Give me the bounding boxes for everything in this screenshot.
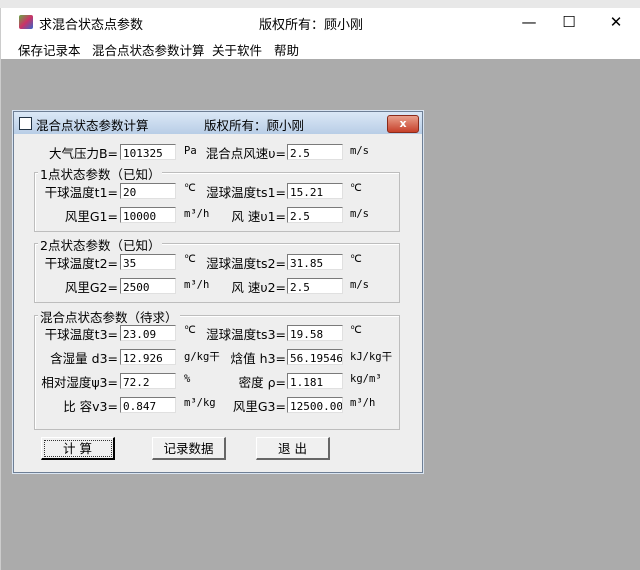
ts3-output[interactable]: 19.58 xyxy=(287,325,343,341)
mdi-area: 混合点状态参数计算 版权所有：顾小刚 x 大气压力B= 101325 Pa 混合… xyxy=(1,59,640,570)
t3-output[interactable]: 23.09 xyxy=(120,325,176,341)
v3-output[interactable]: 0.847 xyxy=(120,397,176,413)
dialog-title-bar: 混合点状态参数计算 版权所有：顾小刚 x xyxy=(14,112,422,134)
calculate-button[interactable]: 计 算 xyxy=(41,437,115,460)
v2-input[interactable]: 2.5 xyxy=(287,278,343,294)
rho3-unit: kg/m³ xyxy=(350,373,382,385)
menu-help[interactable]: 帮助 xyxy=(274,40,299,59)
h3-unit: kJ/kg干 xyxy=(350,351,393,363)
g2-input[interactable]: 2500 xyxy=(120,278,176,294)
background-bookmarks-bar xyxy=(0,0,640,8)
d3-unit: g/kg干 xyxy=(184,351,220,363)
phi3-unit: % xyxy=(184,373,191,385)
dialog-copyright: 版权所有：顾小刚 xyxy=(204,118,305,133)
mix-speed-label: 混合点风速υ= xyxy=(205,146,286,161)
h3-label: 焓值 h3= xyxy=(230,351,286,366)
g3-label: 风里G3= xyxy=(232,399,286,414)
t1-label: 干球温度t1= xyxy=(44,185,118,200)
app-copyright: 版权所有：顾小刚 xyxy=(259,18,364,33)
maximize-button[interactable]: ☐ xyxy=(546,8,592,36)
t3-unit: ℃ xyxy=(184,324,196,336)
ts1-label: 湿球温度ts1= xyxy=(206,185,286,200)
ts3-label: 湿球温度ts3= xyxy=(206,327,286,342)
v2-unit: m/s xyxy=(350,279,369,291)
ts2-label: 湿球温度ts2= xyxy=(206,256,286,271)
close-button[interactable]: ✕ xyxy=(593,8,639,36)
ts2-input[interactable]: 31.85 xyxy=(287,254,343,270)
pressure-unit: Pa xyxy=(184,145,197,157)
exit-button[interactable]: 退 出 xyxy=(256,437,330,460)
v1-input[interactable]: 2.5 xyxy=(287,207,343,223)
menu-mix-calc[interactable]: 混合点状态参数计算 xyxy=(92,40,205,59)
pressure-input[interactable]: 101325 xyxy=(120,144,176,160)
t1-input[interactable]: 20 xyxy=(120,183,176,199)
dialog-close-button[interactable]: x xyxy=(387,115,419,133)
t1-unit: ℃ xyxy=(184,182,196,194)
g3-output[interactable]: 12500.000 xyxy=(287,397,343,413)
v1-unit: m/s xyxy=(350,208,369,220)
window-icon xyxy=(19,117,32,130)
rho3-output[interactable]: 1.181 xyxy=(287,373,343,389)
mix-speed-input[interactable]: 2.5 xyxy=(287,144,343,160)
v3-label: 比 容v3= xyxy=(63,399,118,414)
v1-label: 风 速υ1= xyxy=(231,209,286,224)
phi3-output[interactable]: 72.2 xyxy=(120,373,176,389)
t2-unit: ℃ xyxy=(184,253,196,265)
app-icon xyxy=(19,15,33,29)
ts3-unit: ℃ xyxy=(350,324,362,336)
menu-save-record[interactable]: 保存记录本 xyxy=(18,40,81,59)
h3-output[interactable]: 56.19546 xyxy=(287,349,343,365)
rho3-label: 密度 ρ= xyxy=(238,375,286,390)
ts1-unit: ℃ xyxy=(350,182,362,194)
ts2-unit: ℃ xyxy=(350,253,362,265)
main-window: 求混合状态点参数 版权所有：顾小刚 — ☐ ✕ 保存记录本 混合点状态参数计算 … xyxy=(0,8,640,570)
menu-bar: 保存记录本 混合点状态参数计算 关于软件 帮助 xyxy=(1,37,640,59)
g1-unit: m³/h xyxy=(184,208,210,220)
ts1-input[interactable]: 15.21 xyxy=(287,183,343,199)
d3-label: 含湿量 d3= xyxy=(50,351,118,366)
v3-unit: m³/kg xyxy=(184,397,216,409)
menu-about[interactable]: 关于软件 xyxy=(212,40,262,59)
g2-unit: m³/h xyxy=(184,279,210,291)
g1-label: 风里G1= xyxy=(64,209,118,224)
group-point2-title: 2点状态参数（已知） xyxy=(38,235,163,254)
g2-label: 风里G2= xyxy=(64,280,118,295)
t2-label: 干球温度t2= xyxy=(44,256,118,271)
mix-speed-unit: m/s xyxy=(350,145,369,157)
record-data-button[interactable]: 记录数据 xyxy=(152,437,226,460)
g1-input[interactable]: 10000 xyxy=(120,207,176,223)
phi3-label: 相对湿度ψ3= xyxy=(41,375,118,390)
g3-unit: m³/h xyxy=(350,397,376,409)
title-bar: 求混合状态点参数 版权所有：顾小刚 — ☐ ✕ xyxy=(1,8,640,36)
app-title: 求混合状态点参数 xyxy=(39,18,144,33)
v2-label: 风 速υ2= xyxy=(231,280,286,295)
pressure-label: 大气压力B= xyxy=(48,146,118,161)
group-point1-title: 1点状态参数（已知） xyxy=(38,164,163,183)
calc-dialog: 混合点状态参数计算 版权所有：顾小刚 x 大气压力B= 101325 Pa 混合… xyxy=(13,111,423,473)
t2-input[interactable]: 35 xyxy=(120,254,176,270)
t3-label: 干球温度t3= xyxy=(44,327,118,342)
dialog-title: 混合点状态参数计算 xyxy=(36,118,149,133)
d3-output[interactable]: 12.926 xyxy=(120,349,176,365)
